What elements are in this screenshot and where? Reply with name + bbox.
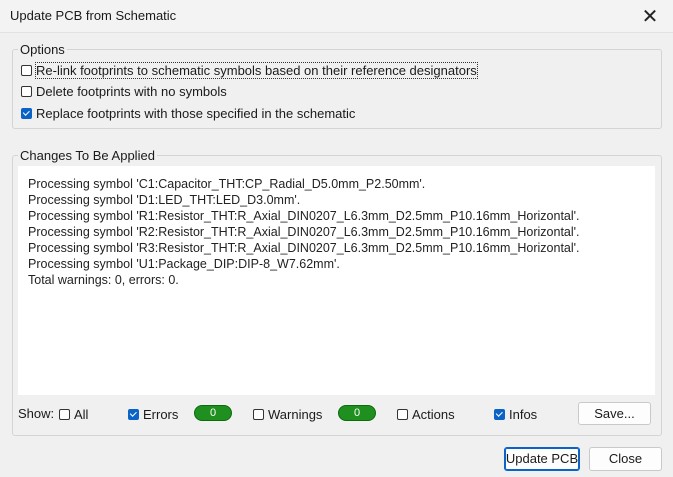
close-window-icon[interactable]: ✕: [627, 0, 673, 32]
filter-warnings-label: Warnings: [268, 406, 323, 422]
filter-infos-label: Infos: [509, 406, 538, 422]
filter-errors-label: Errors: [143, 406, 179, 422]
filter-infos-checkbox[interactable]: [494, 408, 505, 420]
delete-footprints-option[interactable]: Delete footprints with no symbols: [21, 82, 227, 100]
log-line: Processing symbol 'C1:Capacitor_THT:CP_R…: [28, 177, 426, 191]
delete-footprints-checkbox[interactable]: [21, 85, 32, 97]
log-line: Processing symbol 'R3:Resistor_THT:R_Axi…: [28, 241, 580, 255]
show-label: Show:: [18, 406, 55, 421]
replace-footprints-option[interactable]: Replace footprints with those specified …: [21, 104, 355, 122]
filter-actions[interactable]: Actions: [397, 405, 455, 423]
title-bar: Update PCB from Schematic ✕: [0, 0, 673, 33]
filter-actions-label: Actions: [412, 406, 455, 422]
filter-all[interactable]: All: [59, 405, 88, 423]
filter-warnings[interactable]: Warnings: [253, 405, 322, 423]
relink-footprints-checkbox[interactable]: [21, 64, 32, 76]
log-line: Processing symbol 'R1:Resistor_THT:R_Axi…: [28, 209, 580, 223]
filter-infos[interactable]: Infos: [494, 405, 537, 423]
filter-warnings-checkbox[interactable]: [253, 408, 264, 420]
relink-footprints-label: Re-link footprints to schematic symbols …: [35, 61, 478, 79]
options-group-title: Options: [18, 42, 67, 57]
relink-footprints-option[interactable]: Re-link footprints to schematic symbols …: [21, 61, 478, 79]
replace-footprints-label: Replace footprints with those specified …: [36, 105, 356, 121]
close-button[interactable]: Close: [589, 447, 662, 471]
warnings-count-badge: 0: [338, 405, 376, 421]
changes-group-title: Changes To Be Applied: [18, 148, 157, 163]
filter-all-checkbox[interactable]: [59, 408, 70, 420]
filter-errors-checkbox[interactable]: [128, 408, 139, 420]
update-pcb-button[interactable]: Update PCB: [504, 447, 580, 471]
log-line: Processing symbol 'D1:LED_THT:LED_D3.0mm…: [28, 193, 301, 207]
log-line: Processing symbol 'U1:Package_DIP:DIP-8_…: [28, 257, 340, 271]
save-button[interactable]: Save...: [578, 402, 651, 425]
log-line: Processing symbol 'R2:Resistor_THT:R_Axi…: [28, 225, 580, 239]
errors-count-badge: 0: [194, 405, 232, 421]
filter-errors[interactable]: Errors: [128, 405, 178, 423]
window-title: Update PCB from Schematic: [10, 8, 177, 23]
changes-log[interactable]: Processing symbol 'C1:Capacitor_THT:CP_R…: [18, 166, 655, 395]
replace-footprints-checkbox[interactable]: [21, 107, 32, 119]
filter-actions-checkbox[interactable]: [397, 408, 408, 420]
log-line: Total warnings: 0, errors: 0.: [28, 273, 179, 287]
delete-footprints-label: Delete footprints with no symbols: [36, 83, 227, 99]
filter-all-label: All: [74, 406, 89, 422]
